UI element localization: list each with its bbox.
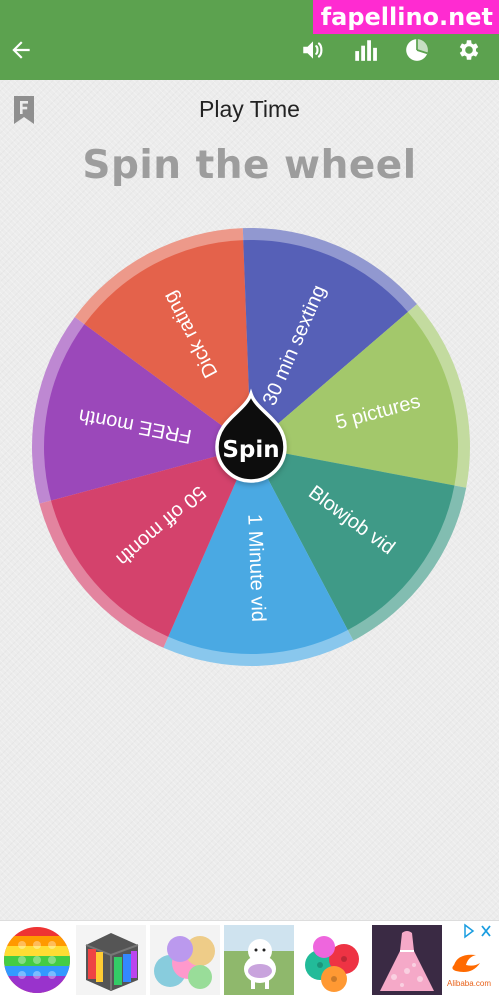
bar-chart-icon[interactable] <box>352 37 378 63</box>
back-arrow-icon[interactable] <box>8 37 34 63</box>
page-title: Spin the wheel <box>82 143 417 188</box>
ad-image-pink-dress[interactable] <box>372 925 442 995</box>
ad-banner[interactable]: Alibaba.com <box>0 920 499 1001</box>
ad-brand-text: Alibaba.com <box>447 979 492 988</box>
page-subtitle: Play Time <box>199 96 300 122</box>
spin-button-label: Spin <box>222 437 279 463</box>
ad-image-silicone-pads[interactable] <box>150 925 220 995</box>
ad-image-pop-it[interactable] <box>2 925 72 995</box>
wheel-segment-label: 1 Minute vid <box>243 514 269 623</box>
ad-brand-logo[interactable] <box>446 943 486 977</box>
pie-chart-icon[interactable] <box>404 37 430 63</box>
volume-icon[interactable] <box>300 37 326 63</box>
gear-icon[interactable] <box>456 37 482 63</box>
ad-image-squishy-balls[interactable] <box>298 925 368 995</box>
spin-wheel[interactable]: FREE month Dick rating 30 min sexting 5 pic… <box>30 226 472 668</box>
ad-image-dog[interactable] <box>224 925 294 995</box>
ad-image-magnet-balls[interactable] <box>76 925 146 995</box>
watermark-text: fapellino.net <box>312 0 499 34</box>
ad-choices-close-icon[interactable] <box>463 923 493 939</box>
